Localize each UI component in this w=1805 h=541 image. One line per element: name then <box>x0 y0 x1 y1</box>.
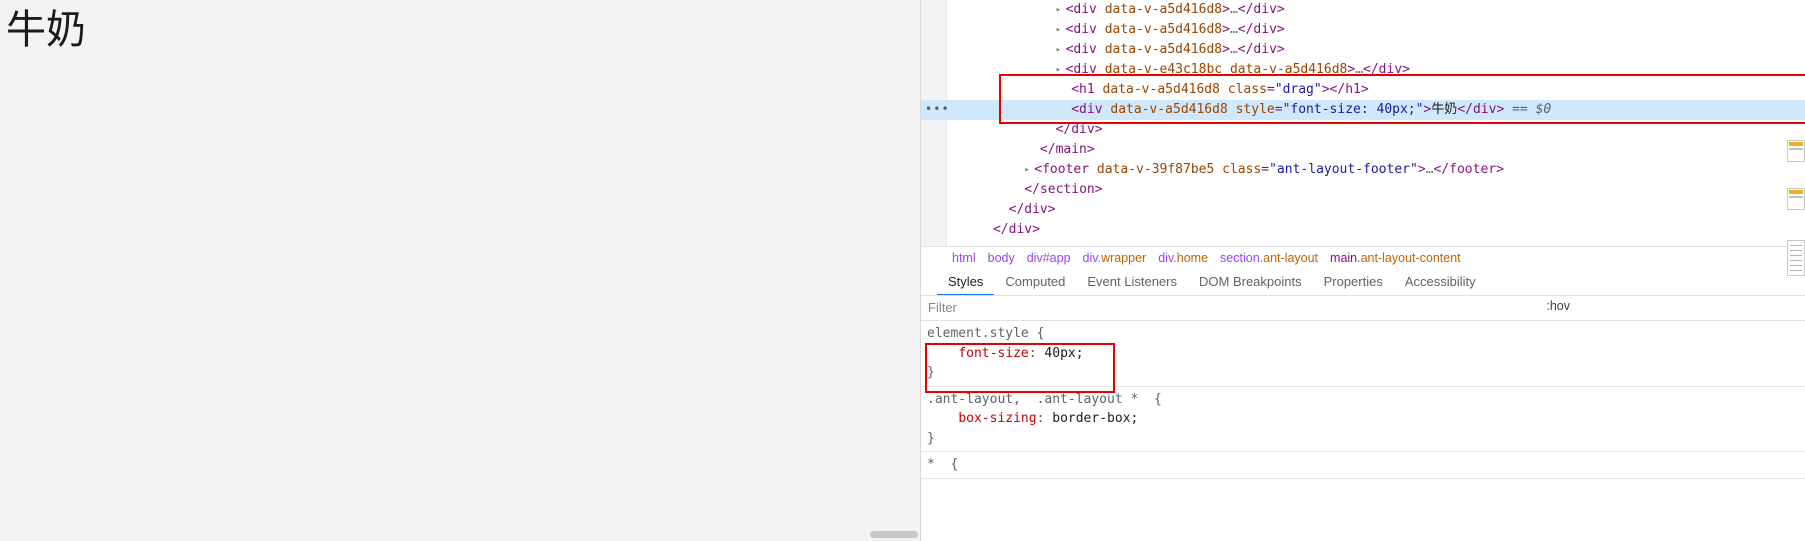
dom-tree-row[interactable]: </section> <box>921 180 1805 200</box>
breadcrumb-item-html[interactable]: html <box>946 247 982 268</box>
dom-node-markup: </div> <box>1055 122 1103 137</box>
dom-tree-row[interactable]: ▸ <div data-v-a5d416d8>…</div> <box>921 20 1805 40</box>
dom-tree-row[interactable]: </main> <box>921 140 1805 160</box>
dom-tree-row[interactable]: ▸ <div data-v-a5d416d8>…</div> <box>921 40 1805 60</box>
tab-accessibility[interactable]: Accessibility <box>1394 268 1487 295</box>
dom-node-markup: </div> <box>992 222 1040 237</box>
breadcrumb-item-div-wrapper[interactable]: div.wrapper <box>1077 247 1153 268</box>
styles-filter-input[interactable] <box>928 296 1588 320</box>
breadcrumb-item-div-home[interactable]: div.home <box>1152 247 1214 268</box>
css-rules-list: element.style { font-size: 40px;} .ant-la… <box>921 321 1805 479</box>
dom-tree-row[interactable]: </div> <box>921 220 1805 240</box>
expand-arrow-icon[interactable]: ▸ <box>1056 40 1066 60</box>
breadcrumb-item-section-ant-layout[interactable]: section.ant-layout <box>1214 247 1324 268</box>
css-rule-close: } <box>927 365 935 380</box>
dom-node-markup: ▸ <div data-v-a5d416d8>…</div> <box>946 20 1285 40</box>
expand-arrow-icon[interactable]: ▸ <box>1056 0 1066 20</box>
styles-filter-bar[interactable]: :hov <box>921 296 1805 321</box>
dom-node-markup: <h1 data-v-a5d416d8 class="drag"></h1> <box>1071 82 1369 97</box>
dom-node-markup: </section> <box>1024 182 1103 197</box>
styles-sidebar-tabs[interactable]: Styles Computed Event Listeners DOM Breakpo… <box>921 268 1805 296</box>
rendered-page-viewport: 牛奶 <box>0 0 920 541</box>
styles-rules-pane[interactable]: element.style { font-size: 40px;} .ant-la… <box>921 321 1805 541</box>
dom-tree-row[interactable]: </div> <box>921 120 1805 140</box>
dom-node-markup: ▸ <div data-v-a5d416d8>…</div> <box>946 40 1285 60</box>
tab-dom-breakpoints[interactable]: DOM Breakpoints <box>1188 268 1313 295</box>
devtools-panel: ▸ <div data-v-a5d416d8>…</div> ▸ <div data… <box>920 0 1805 541</box>
dom-node-markup: </main> <box>1039 142 1095 157</box>
css-rule-block[interactable]: element.style { font-size: 40px;} <box>921 321 1805 387</box>
css-selector[interactable]: .ant-layout, .ant-layout * { <box>927 390 1805 410</box>
tab-event-listeners[interactable]: Event Listeners <box>1076 268 1188 295</box>
dom-tree-row-selected[interactable]: ••• <div data-v-a5d416d8 style="font-siz… <box>921 100 1805 120</box>
dom-node-markup: </div> <box>1008 202 1056 217</box>
css-rule-block[interactable]: .ant-layout, .ant-layout * { box-sizing:… <box>921 387 1805 452</box>
css-declaration[interactable]: box-sizing: border-box; <box>927 409 1805 429</box>
dom-tree-row[interactable]: ▸ <footer data-v-39f87be5 class="ant-layo… <box>921 160 1805 180</box>
dom-tree-row[interactable]: ▸ <div data-v-a5d416d8>…</div> <box>921 0 1805 20</box>
css-rule-block[interactable]: * { <box>921 452 1805 479</box>
css-declaration[interactable]: font-size: 40px; <box>927 344 1805 364</box>
breadcrumb-item-div-app[interactable]: div#app <box>1021 247 1077 268</box>
tab-properties[interactable]: Properties <box>1313 268 1394 295</box>
expand-arrow-icon[interactable]: ▸ <box>1056 60 1066 80</box>
css-selector[interactable]: element.style { <box>927 324 1805 344</box>
more-options-icon[interactable]: ••• <box>925 100 950 118</box>
dom-tree-row[interactable]: </div> <box>921 200 1805 220</box>
expand-arrow-icon[interactable]: ▸ <box>1024 160 1034 180</box>
page-heading-text: 牛奶 <box>6 7 86 53</box>
css-rule-close: } <box>927 430 935 446</box>
tab-computed[interactable]: Computed <box>994 268 1076 295</box>
breadcrumb-item-main-ant-layout-content[interactable]: main.ant-layout-content <box>1324 247 1467 268</box>
dom-tree-rows: ▸ <div data-v-a5d416d8>…</div> ▸ <div data… <box>921 0 1805 240</box>
dom-node-markup: ▸ <footer data-v-39f87be5 class="ant-layo… <box>946 160 1504 180</box>
dom-node-markup: ▸ <div data-v-a5d416d8>…</div> <box>946 0 1285 20</box>
dom-node-markup: ▸ <div data-v-e43c18bc data-v-a5d416d8>…<… <box>946 60 1410 80</box>
horizontal-scrollbar-thumb[interactable] <box>870 531 918 538</box>
dom-tree-row[interactable]: ▸ <div data-v-e43c18bc data-v-a5d416d8>…<… <box>921 60 1805 80</box>
dom-tree-row[interactable]: <h1 data-v-a5d416d8 class="drag"></h1> <box>921 80 1805 100</box>
css-selector[interactable]: * { <box>927 455 1805 475</box>
elements-dom-tree[interactable]: ▸ <div data-v-a5d416d8>…</div> ▸ <div data… <box>921 0 1805 246</box>
dom-node-markup: <div data-v-a5d416d8 style="font-size: 4… <box>1071 102 1552 117</box>
tab-styles[interactable]: Styles <box>937 268 995 295</box>
screenshot-root: 牛奶 ▸ <div data-v-a5d416d8>…</div> ▸ <div d… <box>0 0 1805 541</box>
breadcrumb-item-body[interactable]: body <box>982 247 1021 268</box>
dom-breadcrumb[interactable]: html body div#app div.wrapper div.home sectio… <box>921 246 1805 268</box>
expand-arrow-icon[interactable]: ▸ <box>1056 20 1066 40</box>
hov-toggle-button[interactable]: :hov <box>1546 299 1570 313</box>
